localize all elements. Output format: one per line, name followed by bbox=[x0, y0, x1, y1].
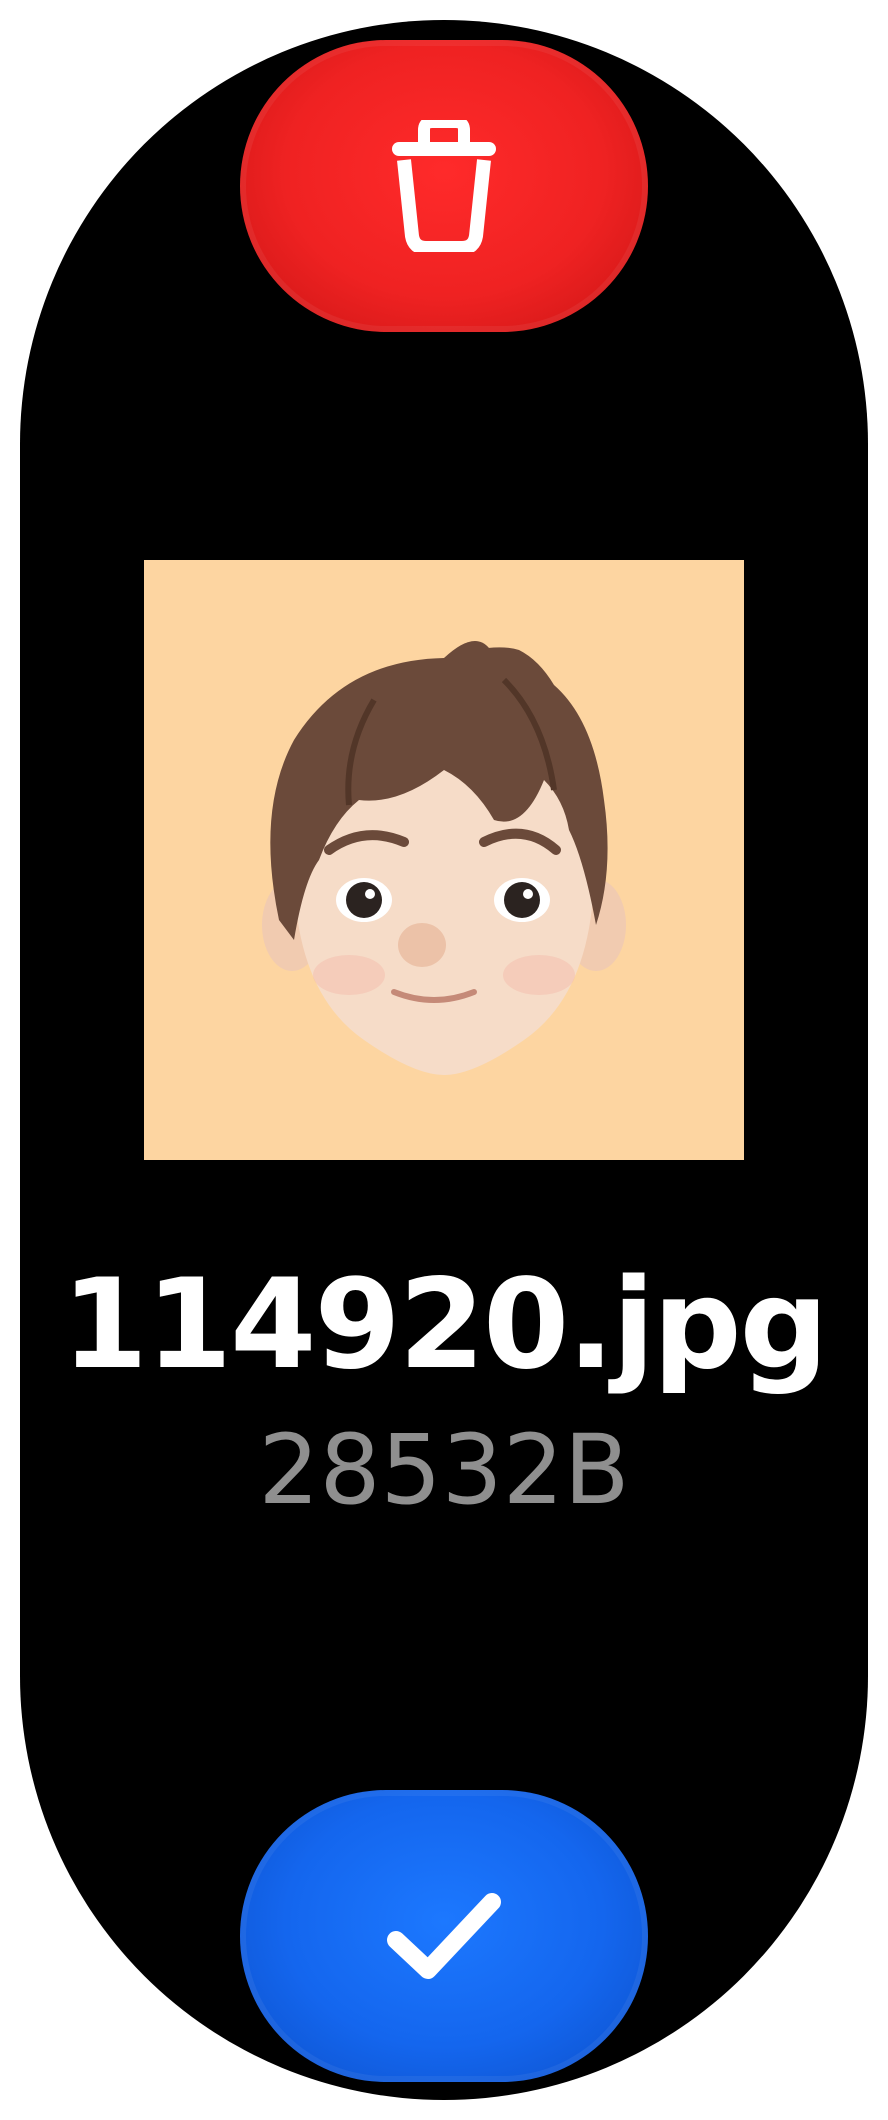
watch-screen: 114920.jpg 28532B bbox=[20, 20, 868, 2100]
delete-button[interactable] bbox=[240, 40, 648, 332]
avatar bbox=[262, 640, 626, 1075]
trash-icon bbox=[384, 120, 504, 252]
file-name: 114920.jpg bbox=[61, 1253, 829, 1397]
confirm-button[interactable] bbox=[240, 1790, 648, 2082]
file-size: 28532B bbox=[258, 1414, 630, 1526]
image-preview bbox=[144, 560, 744, 1160]
checkmark-icon bbox=[382, 1888, 506, 1984]
